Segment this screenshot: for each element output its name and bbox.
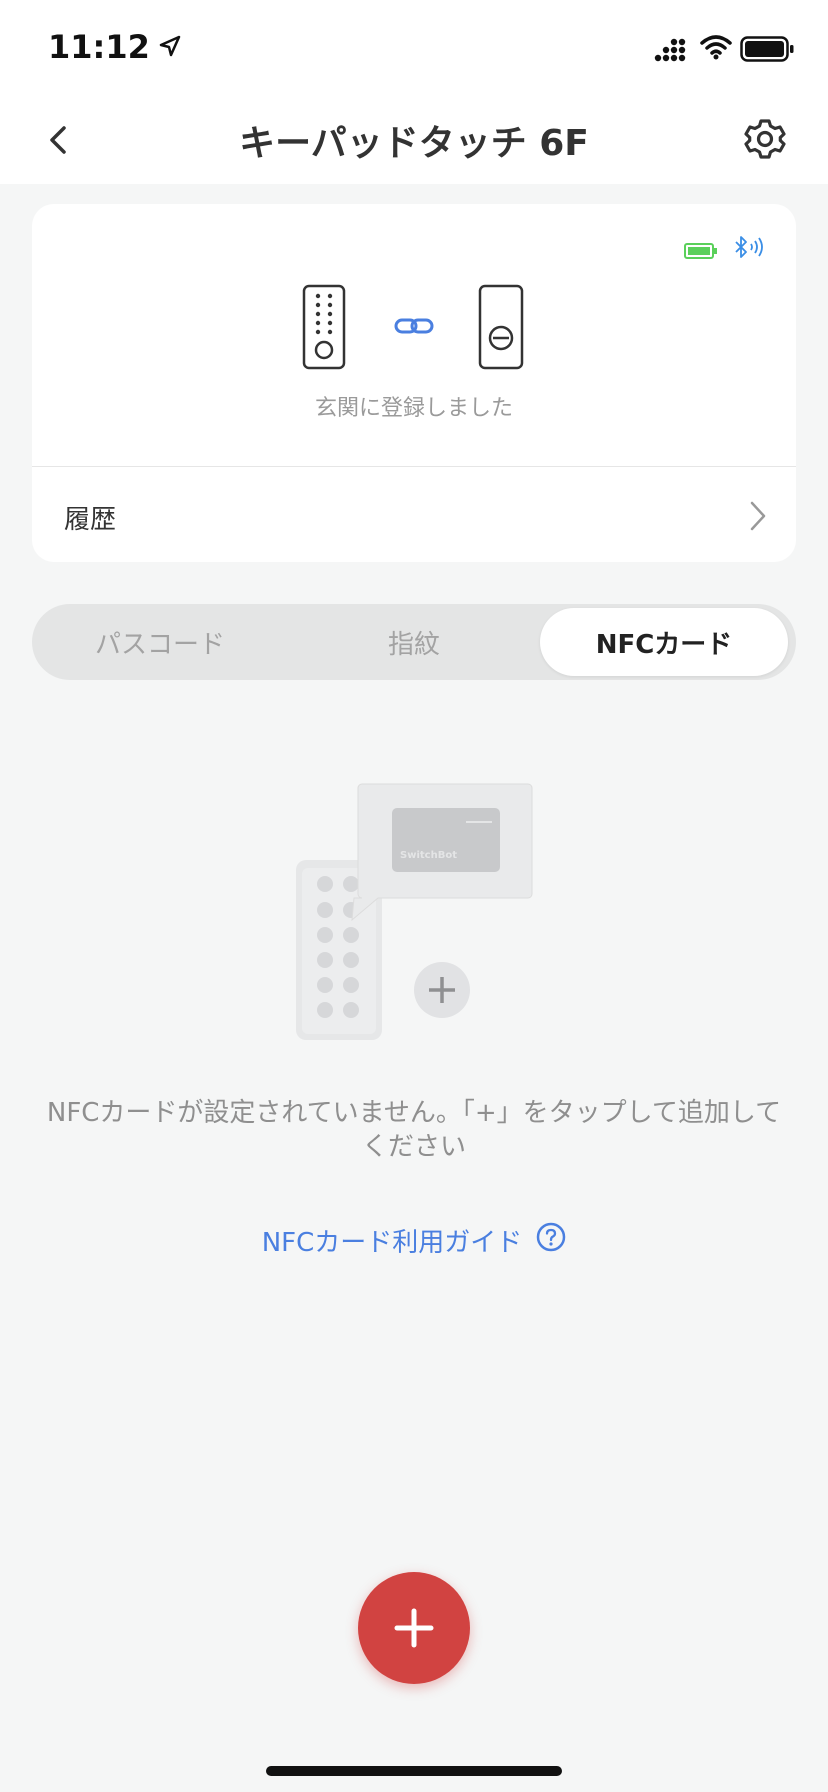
gear-icon <box>744 119 786 159</box>
add-nfc-card-button[interactable] <box>358 1572 470 1684</box>
nfc-guide-link-label: NFCカード利用ガイド <box>261 1228 523 1258</box>
back-button[interactable] <box>36 116 84 164</box>
tab-passcode[interactable]: パスコード <box>36 608 284 676</box>
settings-button[interactable] <box>740 114 790 164</box>
chevron-left-icon <box>50 126 66 154</box>
home-indicator[interactable] <box>266 1766 562 1776</box>
location-arrow-icon <box>158 34 182 62</box>
help-circle-icon <box>536 1222 566 1259</box>
battery-status-icon <box>740 36 796 66</box>
tab-fingerprint[interactable]: 指紋 <box>290 608 538 676</box>
nfc-guide-link[interactable]: NFCカード利用ガイド <box>0 1222 828 1259</box>
status-bar: 11:12 <box>0 0 828 96</box>
bluetooth-icon <box>732 234 766 266</box>
device-status-text: 玄関に登録しました <box>314 396 513 421</box>
history-row[interactable]: 履歴 <box>32 467 796 562</box>
chevron-right-icon <box>744 499 772 537</box>
nav-bar: キーパッドタッチ 6F <box>0 96 828 184</box>
plus-icon <box>394 1608 434 1648</box>
wifi-icon <box>700 34 732 64</box>
keypad-device-icon <box>302 284 346 374</box>
credential-tabs: パスコード 指紋 NFCカード <box>32 604 796 680</box>
device-card: 玄関に登録しました 履歴 <box>32 204 796 562</box>
tab-nfc-card[interactable]: NFCカード <box>540 608 788 676</box>
history-label: 履歴 <box>64 505 117 535</box>
device-battery-icon <box>684 242 718 264</box>
lock-device-icon <box>478 284 524 374</box>
page-title: キーパッドタッチ 6F <box>239 123 589 164</box>
cellular-signal-icon <box>654 36 690 68</box>
status-time: 11:12 <box>48 28 150 66</box>
nfc-empty-illustration: SwitchBot <box>290 780 540 1054</box>
empty-state-message: NFCカードが設定されていません。「+」をタップして追加してください <box>46 1098 782 1162</box>
link-icon <box>394 316 434 340</box>
card-brand-text: SwitchBot <box>400 850 457 861</box>
